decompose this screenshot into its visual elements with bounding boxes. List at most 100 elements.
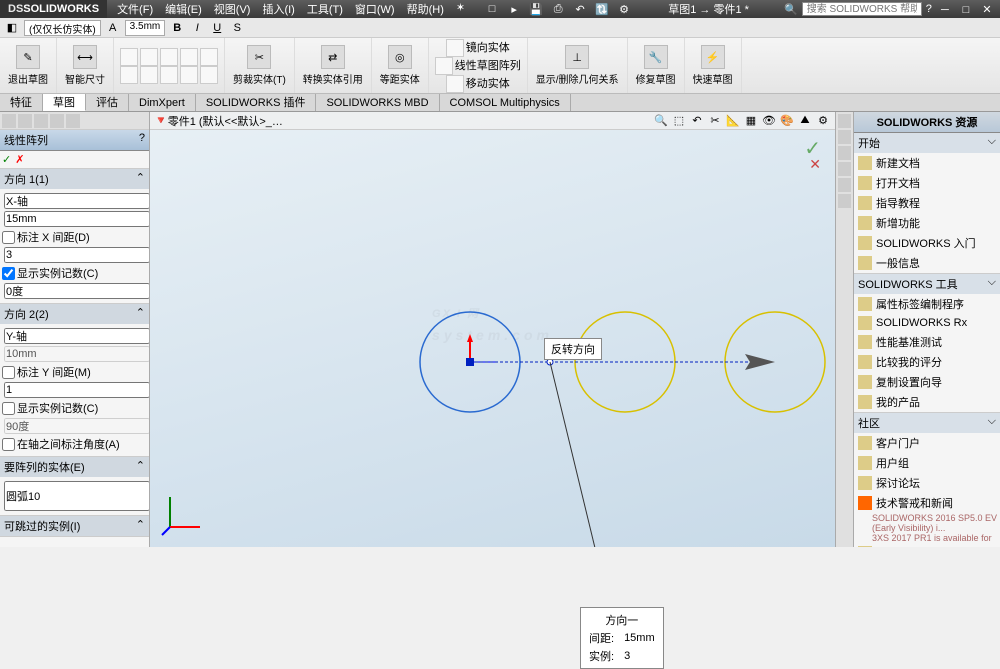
quick-sketch-button[interactable]: ⚡快速草图 bbox=[691, 43, 735, 88]
d2-chk-show[interactable] bbox=[2, 402, 15, 415]
polygon-icon[interactable] bbox=[140, 66, 158, 84]
close-icon[interactable]: ✕ bbox=[978, 3, 996, 16]
underline-icon[interactable]: U bbox=[209, 20, 225, 36]
menu-window[interactable]: 窗口(W) bbox=[349, 1, 401, 17]
tp-new-doc[interactable]: 新建文档 bbox=[854, 153, 1000, 173]
circle-icon[interactable] bbox=[160, 48, 178, 66]
tp-compare[interactable]: 比较我的评分 bbox=[854, 352, 1000, 372]
mirror-icon[interactable] bbox=[446, 39, 464, 57]
d1-chk-spacing[interactable] bbox=[2, 231, 15, 244]
smart-dim-button[interactable]: ⟷智能尺寸 bbox=[63, 43, 107, 88]
tp-news-item[interactable]: 3XS 2017 PR1 is available for bbox=[854, 533, 1000, 543]
pm-help-icon[interactable]: ? bbox=[139, 132, 145, 148]
tp-tag-editor[interactable]: 属性标签编制程序 bbox=[854, 294, 1000, 314]
pm-tab3-icon[interactable] bbox=[34, 114, 48, 128]
entities-header[interactable]: 要阵列的实体(E)⌃ bbox=[0, 457, 149, 477]
tp-tutorials[interactable]: 指导教程 bbox=[854, 193, 1000, 213]
fillet-icon[interactable] bbox=[180, 66, 198, 84]
pm-tab1-icon[interactable] bbox=[2, 114, 16, 128]
repair-button[interactable]: 🔧修复草图 bbox=[634, 43, 678, 88]
point-icon[interactable] bbox=[200, 66, 218, 84]
skip-header[interactable]: 可跳过的实例(I)⌃ bbox=[0, 516, 149, 536]
menu-help[interactable]: 帮助(H) bbox=[401, 1, 450, 17]
menu-edit[interactable]: 编辑(E) bbox=[159, 1, 208, 17]
tp-news[interactable]: 技术警戒和新闻 bbox=[854, 493, 1000, 513]
d1-spacing-input[interactable] bbox=[4, 211, 150, 227]
tp-tab-appearance-icon[interactable] bbox=[838, 178, 851, 192]
tab-dimxpert[interactable]: DimXpert bbox=[129, 94, 196, 111]
line-icon[interactable] bbox=[120, 48, 138, 66]
search-icon[interactable]: 🔍 bbox=[784, 3, 798, 16]
rebuild-icon[interactable]: 🔃 bbox=[593, 3, 611, 16]
tp-general-info[interactable]: 一般信息 bbox=[854, 253, 1000, 273]
offset-button[interactable]: ◎等距实体 bbox=[378, 43, 422, 88]
tab-mbd[interactable]: SOLIDWORKS MBD bbox=[316, 94, 439, 111]
d2-chk-spacing[interactable] bbox=[2, 366, 15, 379]
menu-insert[interactable]: 插入(I) bbox=[256, 1, 300, 17]
arc-icon[interactable] bbox=[180, 48, 198, 66]
slot-icon[interactable] bbox=[120, 66, 138, 84]
d1-angle-input[interactable] bbox=[4, 283, 150, 299]
move-icon[interactable] bbox=[446, 75, 464, 93]
d2-axis-input[interactable] bbox=[4, 328, 150, 344]
d2-angle-input[interactable] bbox=[4, 418, 150, 434]
undo-icon[interactable]: ↶ bbox=[571, 3, 589, 16]
pm-ok-button[interactable]: ✓ bbox=[2, 153, 11, 166]
rect-icon[interactable] bbox=[140, 48, 158, 66]
menu-pin-icon[interactable]: ✶ bbox=[450, 1, 471, 17]
dim-combo[interactable]: 3.5mm bbox=[125, 20, 166, 36]
tp-start-header[interactable]: 开始⌵ bbox=[854, 133, 1000, 153]
d2-header[interactable]: 方向 2(2)⌃ bbox=[0, 304, 149, 324]
exit-sketch-button[interactable]: ✎退出草图 bbox=[6, 43, 50, 88]
tp-getting-started[interactable]: SOLIDWORKS 入门 bbox=[854, 233, 1000, 253]
maximize-icon[interactable]: □ bbox=[957, 4, 975, 16]
strike-icon[interactable]: S bbox=[229, 20, 245, 36]
display-rel-button[interactable]: ⊥显示/删除几何关系 bbox=[534, 43, 621, 88]
d1-header[interactable]: 方向 1(1)⌃ bbox=[0, 169, 149, 189]
tab-comsol[interactable]: COMSOL Multiphysics bbox=[440, 94, 571, 111]
save-icon[interactable]: 💾 bbox=[527, 3, 545, 16]
tp-forum2[interactable]: 探讨论坛 bbox=[854, 543, 1000, 547]
tp-forum[interactable]: 探讨论坛 bbox=[854, 473, 1000, 493]
graphics-area[interactable]: 🔻 零件1 (默认<<默认>_… 🔍 ⬚ ↶ ✂ 📐 ▦ 👁 🎨 ⛰ ⚙ ✓ ✕… bbox=[150, 112, 835, 547]
tp-usergroup[interactable]: 用户组 bbox=[854, 453, 1000, 473]
help-icon[interactable]: ? bbox=[926, 3, 932, 15]
new-icon[interactable]: □ bbox=[483, 3, 501, 16]
menu-file[interactable]: 文件(F) bbox=[111, 1, 159, 17]
tp-open-doc[interactable]: 打开文档 bbox=[854, 173, 1000, 193]
tp-whatsnew[interactable]: 新增功能 bbox=[854, 213, 1000, 233]
tp-tools-header[interactable]: SOLIDWORKS 工具⌵ bbox=[854, 274, 1000, 294]
d1-chk-show[interactable] bbox=[2, 267, 15, 280]
tp-tab-lib-icon[interactable] bbox=[838, 130, 851, 144]
layer-combo[interactable]: (仅仅长仿实体) bbox=[24, 20, 101, 36]
tp-news-item[interactable]: SOLIDWORKS 2016 SP5.0 EV (Early Visibili… bbox=[854, 513, 1000, 533]
pm-tab4-icon[interactable] bbox=[50, 114, 64, 128]
print-icon[interactable]: ⎙ bbox=[549, 3, 567, 16]
ellipse-icon[interactable] bbox=[160, 66, 178, 84]
bold-icon[interactable]: B bbox=[169, 20, 185, 36]
tab-features[interactable]: 特征 bbox=[0, 94, 43, 111]
d1-axis-input[interactable] bbox=[4, 193, 150, 209]
pm-tab2-icon[interactable] bbox=[18, 114, 32, 128]
minimize-icon[interactable]: ─ bbox=[936, 4, 954, 16]
spline-icon[interactable] bbox=[200, 48, 218, 66]
tp-tab-props-icon[interactable] bbox=[838, 194, 851, 208]
tp-tab-explorer-icon[interactable] bbox=[838, 146, 851, 160]
tp-portal[interactable]: 客户门户 bbox=[854, 433, 1000, 453]
pm-tab5-icon[interactable] bbox=[66, 114, 80, 128]
tab-sketch[interactable]: 草图 bbox=[43, 94, 86, 111]
open-icon[interactable]: ▸ bbox=[505, 3, 523, 16]
menu-view[interactable]: 视图(V) bbox=[208, 1, 257, 17]
tp-tab-home-icon[interactable] bbox=[838, 114, 851, 128]
fmt-a[interactable]: A bbox=[105, 20, 121, 36]
tab-addins[interactable]: SOLIDWORKS 插件 bbox=[196, 94, 317, 111]
convert-button[interactable]: ⇄转换实体引用 bbox=[301, 43, 365, 88]
dimension-callout[interactable]: 方向一 间距:15mm 实例:3 bbox=[580, 607, 664, 669]
pm-cancel-button[interactable]: ✗ bbox=[15, 153, 24, 166]
trim-button[interactable]: ✂剪裁实体(T) bbox=[231, 43, 288, 88]
options-icon[interactable]: ⚙ bbox=[615, 3, 633, 16]
d2-count-input[interactable] bbox=[4, 382, 150, 398]
tp-tab-view-icon[interactable] bbox=[838, 162, 851, 176]
d2-chk-angle[interactable] bbox=[2, 438, 15, 451]
tp-rx[interactable]: SOLIDWORKS Rx bbox=[854, 314, 1000, 332]
